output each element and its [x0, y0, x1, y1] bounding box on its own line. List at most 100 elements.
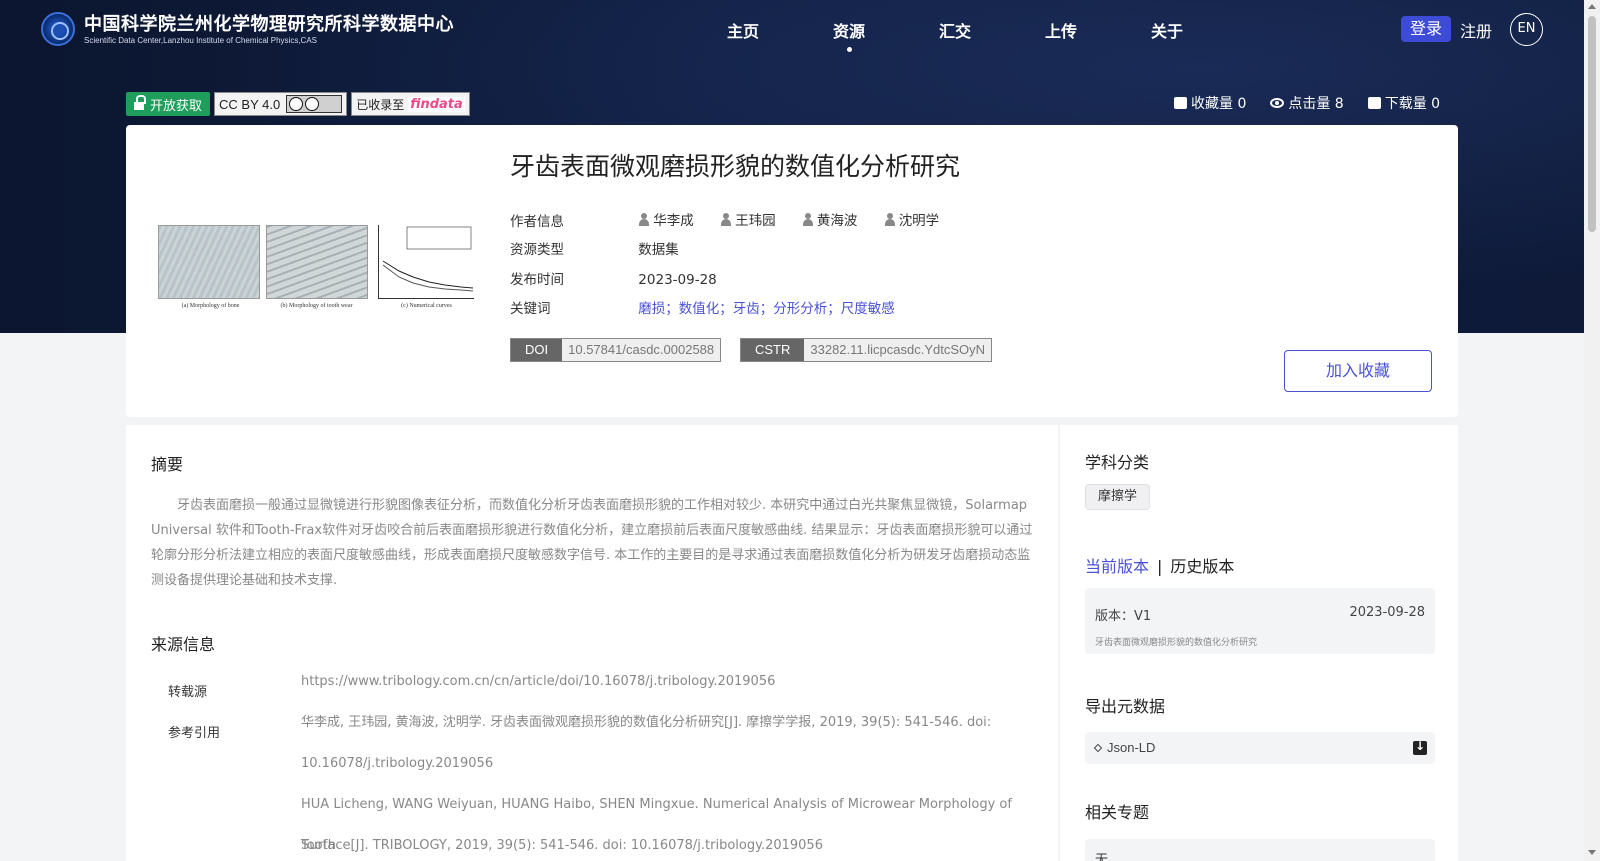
version-tabs: 当前版本 | 历史版本 — [1085, 553, 1234, 577]
topic-value: 无 — [1095, 853, 1109, 861]
keywords-label: 关键词 — [510, 301, 551, 317]
doi-tag[interactable]: DOI 10.57841/casdc.0002588 — [510, 338, 722, 362]
author-link[interactable]: 沈明学 — [884, 209, 940, 229]
bone-morphology-image — [158, 225, 260, 299]
page-scrollbar[interactable] — [1584, 0, 1600, 861]
type-row: 资源类型 数据集 — [510, 238, 679, 258]
export-format-value: Json-LD — [1107, 740, 1156, 755]
indexed-label: 已收录至 — [356, 97, 405, 112]
abstract-text: 牙齿表面磨损一般通过显微镜进行形貌图像表征分析，而数值化分析牙齿表面磨损形貌的工… — [151, 498, 1033, 588]
scroll-down-arrow-icon[interactable] — [1588, 850, 1596, 855]
figure-caption-a: (a) Morphology of bone — [181, 303, 240, 309]
add-favorite-button[interactable]: 加入收藏 — [1284, 350, 1432, 392]
download-export-icon[interactable] — [1413, 739, 1427, 755]
type-value: 数据集 — [638, 242, 679, 258]
tab-history-version[interactable]: 历史版本 — [1170, 557, 1234, 576]
topic-title: 相关专题 — [1085, 803, 1150, 822]
license-label: CC BY 4.0 — [219, 96, 281, 112]
tab-current-version[interactable]: 当前版本 — [1085, 557, 1149, 576]
findata-badge[interactable]: 已收录至 findata — [351, 92, 470, 116]
source-title: 来源信息 — [151, 635, 216, 654]
author-link[interactable]: 黄海波 — [802, 209, 858, 229]
findata-logo: findata — [408, 96, 465, 112]
clicks-stat: 点击量 8 — [1270, 93, 1344, 113]
download-icon — [1367, 97, 1381, 109]
figure-caption-c: (c) Numerical curves — [401, 303, 452, 309]
nav-item-resources[interactable]: 资源 — [796, 18, 902, 52]
author-name: 黄海波 — [816, 213, 858, 229]
citation-label: 参考引用 — [168, 726, 221, 741]
version-number: 版本：V1 — [1095, 609, 1152, 624]
date-value: 2023-09-28 — [638, 272, 717, 288]
nav-item-submit[interactable]: 汇交 — [902, 18, 1008, 42]
figure-caption-b: (b) Morphology of tooth wear — [280, 303, 353, 309]
date-label: 发布时间 — [510, 272, 564, 288]
person-icon — [884, 212, 896, 226]
version-card[interactable]: 版本：V1 2023-09-28 牙齿表面微观磨损形貌的数值化分析研究 — [1085, 588, 1435, 654]
cstr-value: 33282.11.licpcasdc.YdtcSOyN — [804, 339, 992, 361]
dataset-card: (a) Morphology of bone (b) Morphology of… — [126, 125, 1458, 417]
author-name: 沈明学 — [898, 213, 940, 229]
citation-cn-line2: 10.16078/j.tribology.2019056 — [301, 756, 494, 771]
person-icon — [638, 212, 650, 226]
content-panel: 摘要 牙齿表面磨损一般通过显微镜进行形貌图像表征分析，而数值化分析牙齿表面磨损形… — [126, 425, 1058, 861]
site-title[interactable]: 中国科学院兰州化学物理研究所科学数据中心 — [84, 10, 454, 36]
sidebar-panel: 学科分类 摩擦学 当前版本 | 历史版本 版本：V1 2023-09-28 牙齿表面… — [1060, 425, 1458, 861]
doi-value: 10.57841/casdc.0002588 — [562, 339, 721, 361]
author-name: 王玮园 — [735, 213, 776, 229]
date-row: 发布时间 2023-09-28 — [510, 268, 717, 288]
site-subtitle: Scientific Data Center,Lanzhou Institute… — [84, 36, 317, 45]
dataset-title: 牙齿表面微观磨损形貌的数值化分析研究 — [510, 152, 961, 181]
subject-title: 学科分类 — [1085, 453, 1150, 472]
numerical-curves-image — [378, 225, 474, 299]
version-description: 牙齿表面微观磨损形貌的数值化分析研究 — [1095, 638, 1258, 648]
downloads-stat: 下载量 0 — [1367, 93, 1441, 113]
doi-key: DOI — [511, 339, 563, 361]
author-name: 华李成 — [653, 213, 694, 229]
subject-tag[interactable]: 摩擦学 — [1085, 484, 1151, 510]
cas-logo-icon[interactable] — [41, 12, 75, 46]
badge-row: 开放获取 CC BY 4.0 已收录至 findata — [126, 92, 470, 116]
tab-separator: | — [1157, 557, 1163, 576]
authors-label: 作者信息 — [510, 213, 564, 230]
keywords-links[interactable]: 磨损；数值化；牙齿；分形分析；尺度敏感 — [638, 297, 895, 317]
open-access-badge: 开放获取 — [126, 92, 211, 116]
clicks-count: 点击量 8 — [1288, 96, 1344, 112]
scroll-up-arrow-icon[interactable] — [1588, 4, 1596, 9]
abstract-title: 摘要 — [151, 455, 184, 474]
citation-cn-line1: 华李成, 王玮园, 黄海波, 沈明学. 牙齿表面微观磨损形貌的数值化分析研究[J… — [301, 715, 992, 730]
stats-bar: 收藏量 0 点击量 8 下载量 0 — [1174, 93, 1440, 113]
license-badge[interactable]: CC BY 4.0 — [214, 92, 348, 116]
cstr-key: CSTR — [741, 339, 805, 361]
nav-item-home[interactable]: 主页 — [690, 18, 796, 42]
eye-icon — [1270, 98, 1285, 108]
type-label: 资源类型 — [510, 242, 564, 258]
scroll-thumb[interactable] — [1588, 16, 1596, 232]
downloads-count: 下载量 0 — [1384, 96, 1441, 112]
dataset-thumbnail[interactable]: (a) Morphology of bone (b) Morphology of… — [158, 225, 476, 315]
person-icon — [720, 212, 732, 226]
favorites-stat: 收藏量 0 — [1174, 93, 1246, 113]
diamond-icon — [1093, 743, 1103, 753]
bookmark-icon — [1174, 97, 1187, 109]
repost-url[interactable]: https://www.tribology.com.cn/cn/article/… — [301, 661, 1031, 702]
tooth-wear-image — [266, 225, 368, 299]
author-link[interactable]: 华李成 — [638, 209, 694, 229]
top-header: 中国科学院兰州化学物理研究所科学数据中心 Scientific Data Cen… — [0, 0, 1584, 60]
unlock-icon — [134, 95, 146, 110]
nav-item-about[interactable]: 关于 — [1114, 18, 1220, 42]
open-access-label: 开放获取 — [150, 98, 203, 114]
main-nav: 主页 资源 汇交 上传 关于 — [690, 18, 1220, 52]
authors-row: 作者信息 华李成 王玮园 黄海波 沈明学 — [510, 209, 961, 230]
cstr-tag[interactable]: CSTR 33282.11.licpcasdc.YdtcSOyN — [740, 338, 993, 362]
cc-by-icon — [286, 95, 343, 113]
topic-box: 无 — [1085, 839, 1435, 861]
register-link[interactable]: 注册 — [1460, 18, 1492, 42]
login-button[interactable]: 登录 — [1401, 16, 1451, 42]
export-format-select[interactable]: Json-LD — [1085, 732, 1435, 764]
nav-item-upload[interactable]: 上传 — [1008, 18, 1114, 42]
author-link[interactable]: 王玮园 — [720, 209, 776, 229]
export-title: 导出元数据 — [1085, 697, 1166, 716]
repost-label: 转载源 — [168, 685, 208, 700]
language-toggle-button[interactable]: EN — [1510, 13, 1543, 46]
